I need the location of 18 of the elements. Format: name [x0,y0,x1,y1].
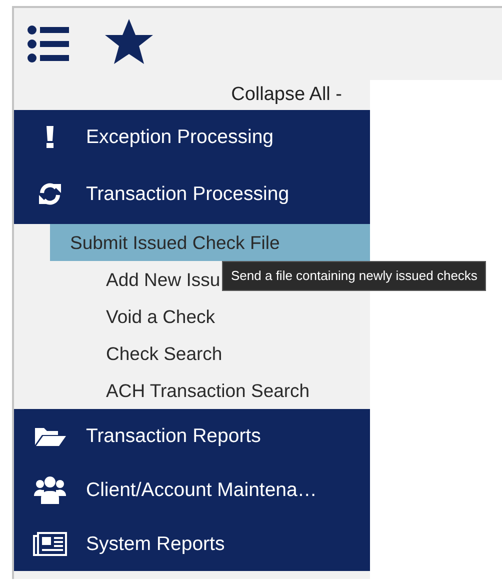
nav-item[interactable]: Client/Account Maintena… [14,463,370,517]
nav-item[interactable]: Exception Processing [14,110,370,164]
users-icon [34,476,66,504]
nav-item[interactable]: System Reports [14,517,370,571]
sync-icon [38,182,62,206]
submenu-item[interactable]: ACH Transaction Search [50,372,370,409]
collapse-all-link[interactable]: Collapse All - [231,84,342,106]
submenu-item[interactable]: Void a Check [50,298,370,335]
nav-item[interactable]: Transaction Reports [14,409,370,463]
star-icon[interactable] [103,18,155,66]
open-folder-icon [34,425,66,447]
submenu-item[interactable]: Check Search [50,335,370,372]
nav-item[interactable]: Transaction Processing [14,164,370,224]
submenu-item[interactable]: Submit Issued Check File [50,224,370,261]
newspaper-icon [33,532,67,556]
tooltip: Send a file containing newly issued checks [222,261,486,291]
list-icon[interactable] [27,25,69,63]
exclamation-icon [46,126,54,148]
